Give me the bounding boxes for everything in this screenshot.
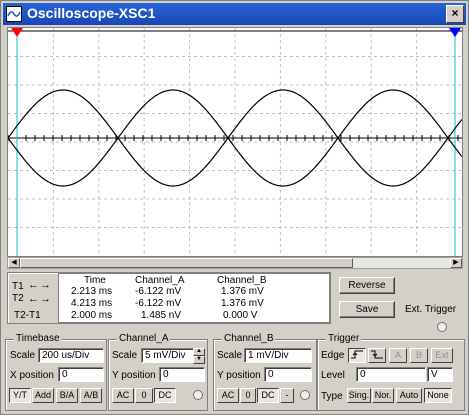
channel-b-ypos-label: Y position (217, 370, 261, 381)
readout-delta-channel-a: 1.485 nV (141, 310, 182, 321)
channel-a-zero-button[interactable]: 0 (135, 388, 153, 403)
timebase-scale-field[interactable]: 200 us/Div (38, 348, 104, 363)
channel-b-group: Channel_B Scale 1 mV/Div Y position 0 AC… (213, 333, 317, 411)
trigger-type-label: Type (321, 391, 343, 402)
channel-a-ypos-label: Y position (112, 370, 156, 381)
t2-t1-label: T2-T1 (14, 310, 41, 321)
readout-t1-channel-a: -6.122 mV (135, 286, 182, 297)
x-position-field[interactable]: 0 (58, 367, 104, 382)
t2-right-arrow-icon[interactable]: → (40, 294, 51, 305)
channel-a-title: Channel_A (117, 333, 171, 344)
channel-b-minus-button[interactable]: - (280, 388, 294, 403)
scroll-thumb[interactable] (20, 258, 353, 268)
t1-label: T1 (12, 281, 24, 292)
ext-trigger-terminal[interactable] (437, 322, 447, 332)
channel-a-terminal[interactable] (193, 390, 203, 400)
channel-b-scale-label: Scale (217, 350, 243, 361)
spin-down-icon[interactable]: ▼ (193, 356, 205, 364)
channel-a-group: Channel_A Scale 5 mV/Div ▲ ▼ Y position … (108, 333, 208, 411)
readout-delta-time: 2.000 ms (71, 310, 113, 321)
mode-yt-button[interactable]: Y/T (9, 388, 31, 403)
channel-a-scale-label: Scale (112, 350, 138, 361)
ext-trigger-label: Ext. Trigger (405, 304, 457, 315)
trigger-none-button[interactable]: None (424, 388, 452, 403)
trigger-source-ext-button[interactable]: Ext (431, 348, 453, 363)
trigger-group: Trigger Edge A B Ext Level 0 V Type Sing… (317, 333, 465, 411)
trigger-source-a-button[interactable]: A (389, 348, 407, 363)
mode-ab-button[interactable]: A/B (80, 388, 102, 403)
trigger-level-unit[interactable]: V (427, 367, 453, 382)
channel-b-ac-button[interactable]: AC (217, 388, 239, 403)
readout-t1-channel-b: 1.376 mV (221, 286, 264, 297)
t1-right-arrow-icon[interactable]: → (40, 280, 51, 291)
timebase-group: Timebase Scale 200 us/Div X position 0 Y… (5, 333, 107, 411)
t2-left-arrow-icon[interactable]: ← (28, 294, 39, 305)
channel-b-title: Channel_B (222, 333, 276, 344)
title-bar[interactable]: Oscilloscope-XSC1 × (3, 3, 466, 25)
x-position-label: X position (10, 370, 54, 381)
cursor-t1-marker-icon (11, 28, 23, 37)
scroll-right-icon[interactable]: ▶ (450, 258, 462, 268)
trigger-single-button[interactable]: Sing. (347, 388, 371, 403)
timebase-title: Timebase (14, 333, 62, 344)
save-button[interactable]: Save (339, 301, 395, 318)
oscilloscope-window: Oscilloscope-XSC1 × ◀ ▶ T1 ← → T2 ← → T2… (0, 0, 469, 415)
oscilloscope-icon (6, 6, 22, 22)
readout-header-time: Time (84, 275, 106, 286)
readout-header-channel-b: Channel_B (217, 275, 267, 286)
channel-b-scale-field[interactable]: 1 mV/Div (244, 348, 312, 363)
readout-t2-time: 4.213 ms (71, 298, 113, 309)
trigger-level-label: Level (321, 370, 345, 381)
readout-t2-channel-a: -6.122 mV (135, 298, 182, 309)
channel-b-zero-button[interactable]: 0 (240, 388, 256, 403)
trigger-normal-button[interactable]: Nor. (372, 388, 394, 403)
channel-a-ypos-field[interactable]: 0 (159, 367, 205, 382)
spin-up-icon[interactable]: ▲ (193, 348, 205, 356)
t1-left-arrow-icon[interactable]: ← (28, 280, 39, 291)
timebase-scale-label: Scale (10, 350, 36, 361)
close-button[interactable]: × (446, 5, 464, 23)
channel-b-terminal[interactable] (300, 390, 310, 400)
trigger-auto-button[interactable]: Auto (396, 388, 422, 403)
readout-t1-time: 2.213 ms (71, 286, 113, 297)
channel-a-scale-spinner[interactable]: ▲ ▼ (193, 348, 205, 364)
channel-a-scale-field[interactable]: 5 mV/Div (141, 348, 194, 363)
rising-edge-icon[interactable] (348, 348, 366, 363)
channel-b-dc-button[interactable]: DC (257, 388, 279, 403)
cursor-panel: T1 ← → T2 ← → T2-T1 Time Channel_A Chann… (7, 272, 331, 324)
measurement-readout: Time Channel_A Channel_B 2.213 ms -6.122… (58, 273, 330, 323)
horizontal-scrollbar[interactable]: ◀ ▶ (7, 257, 463, 269)
falling-edge-icon[interactable] (368, 348, 386, 363)
trigger-title: Trigger (326, 333, 362, 344)
trigger-source-b-button[interactable]: B (410, 348, 428, 363)
channel-a-dc-button[interactable]: DC (154, 388, 176, 403)
window-title: Oscilloscope-XSC1 (27, 5, 156, 21)
oscilloscope-screen[interactable] (7, 27, 463, 257)
mode-add-button[interactable]: Add (32, 388, 54, 403)
channel-a-ac-button[interactable]: AC (112, 388, 134, 403)
channel-b-ypos-field[interactable]: 0 (264, 367, 312, 382)
readout-header-channel-a: Channel_A (135, 275, 185, 286)
reverse-button[interactable]: Reverse (339, 277, 395, 294)
t2-label: T2 (12, 293, 24, 304)
readout-t2-channel-b: 1.376 mV (221, 298, 264, 309)
trigger-edge-label: Edge (321, 350, 345, 361)
readout-delta-channel-b: 0.000 V (223, 310, 258, 321)
cursor-t2-marker-icon (449, 28, 461, 37)
trigger-level-field[interactable]: 0 (356, 367, 426, 382)
mode-ba-button[interactable]: B/A (56, 388, 78, 403)
scroll-left-icon[interactable]: ◀ (8, 258, 20, 268)
